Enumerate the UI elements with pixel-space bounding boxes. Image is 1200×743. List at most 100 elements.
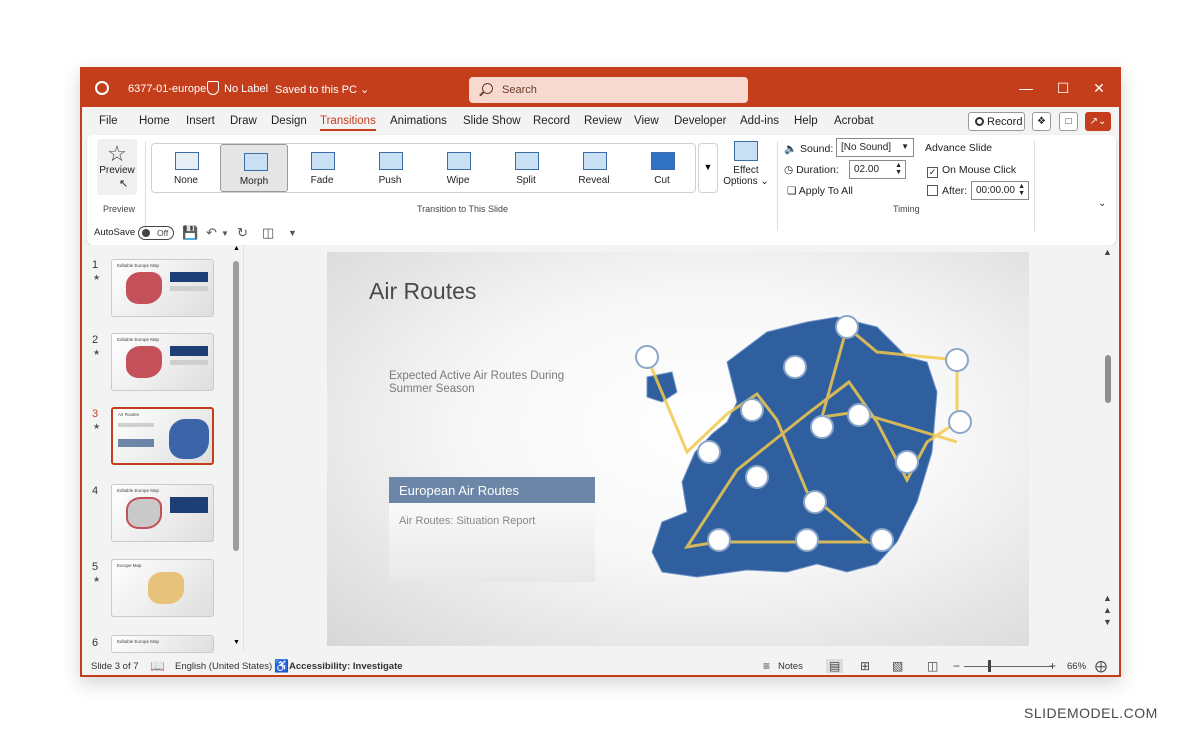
tab-file[interactable]: File (99, 115, 118, 127)
sound-select[interactable]: [No Sound] ▼ (836, 138, 914, 157)
scroll-up-icon[interactable]: ▲ (1103, 247, 1112, 257)
slide-canvas[interactable]: Air Routes Expected Active Air Routes Du… (327, 252, 1029, 646)
transition-wipe[interactable]: Wipe (424, 144, 492, 192)
transition-push[interactable]: Push (356, 144, 424, 192)
slide-subtitle[interactable]: Expected Active Air Routes During Summer… (389, 370, 589, 396)
thumbnail-map (126, 346, 162, 378)
save-icon[interactable]: 💾 (182, 225, 198, 241)
tab-record[interactable]: Record (533, 115, 570, 127)
tab-draw[interactable]: Draw (230, 115, 257, 127)
thumbnails-scrollbar[interactable]: ▲ ▼ (233, 245, 240, 651)
maximize-button[interactable]: ☐ (1054, 79, 1072, 97)
sensitivity-label[interactable]: No Label (224, 83, 268, 95)
record-button[interactable]: Record (968, 112, 1025, 131)
document-title[interactable]: 6377-01-europe (128, 83, 206, 95)
slide-thumbnail[interactable]: Editable Europe Map (111, 259, 214, 317)
tab-developer[interactable]: Developer (674, 115, 726, 127)
transition-group-label: Transition to This Slide (417, 204, 509, 214)
duration-label: Duration: (796, 164, 839, 176)
apply-to-all-button[interactable]: ❏ Apply To All (787, 185, 853, 197)
undo-dropdown-icon[interactable]: ▼ (221, 229, 229, 238)
accessibility-status[interactable]: Accessibility: Investigate (289, 661, 403, 672)
notes-button[interactable]: Notes (778, 661, 803, 672)
slide-thumbnail[interactable]: Europe Map (111, 559, 214, 617)
transition-cut[interactable]: Cut (628, 144, 696, 192)
scroll-down-icon[interactable]: ▼ (233, 639, 240, 646)
preview-star-icon: ☆ (107, 141, 127, 166)
slideshow-view-icon[interactable]: ◫ (927, 659, 938, 673)
on-mouse-click-checkbox[interactable]: ✓ (927, 167, 938, 178)
sensitivity-shield-icon[interactable] (207, 81, 219, 95)
search-box[interactable]: Search (469, 77, 748, 103)
after-label: After: (942, 185, 968, 197)
next-slide-icon[interactable]: ▼ (1103, 617, 1112, 627)
autosave-toggle[interactable]: Off (138, 226, 174, 240)
present-icon[interactable]: ◫ (262, 225, 274, 241)
transition-split[interactable]: Split (492, 144, 560, 192)
normal-view-icon[interactable]: ▤ (826, 659, 844, 673)
close-button[interactable]: ✕ (1090, 79, 1108, 97)
language-status[interactable]: English (United States) (175, 661, 272, 672)
gallery-more-button[interactable]: ▼ (698, 143, 718, 193)
save-status[interactable]: Saved to this PC ⌄ (275, 83, 369, 96)
transition-none[interactable]: None (152, 144, 220, 192)
slide-thumbnail-active[interactable]: Air Routes (111, 407, 214, 465)
transition-fade[interactable]: Fade (288, 144, 356, 192)
zoom-level[interactable]: 66% (1067, 661, 1086, 672)
tab-animations[interactable]: Animations (390, 115, 447, 127)
duration-input[interactable]: 02.00 ▲ ▼ (849, 160, 906, 179)
slide-thumbnail[interactable]: Editable Europe Map (111, 635, 214, 653)
zoom-slider[interactable] (964, 666, 1052, 667)
tab-help[interactable]: Help (794, 115, 818, 127)
after-time-input[interactable]: 00:00.00 ▲ ▼ (971, 181, 1029, 200)
customize-toolbar-icon[interactable]: ▼ (288, 228, 297, 238)
scrollbar-thumb[interactable] (233, 261, 239, 551)
slide-thumbnail[interactable]: Editable Europe Map (111, 484, 214, 542)
reading-view-icon[interactable]: ▧ (892, 659, 903, 673)
tab-slide-show[interactable]: Slide Show (463, 115, 521, 127)
transition-label: Reveal (578, 175, 610, 186)
share-button[interactable]: ↗⌄ (1085, 112, 1111, 131)
slide-info-box[interactable]: European Air Routes Air Routes: Situatio… (389, 477, 595, 582)
transition-label: Split (516, 175, 536, 186)
effect-options-button[interactable]: Effect Options ⌄ (721, 141, 771, 201)
record-icon (975, 117, 984, 126)
clock-icon: ◷ (784, 164, 794, 176)
slide-sorter-icon[interactable]: ⊞ (860, 659, 870, 673)
zoom-slider-thumb[interactable] (988, 660, 991, 672)
editor-scrollbar-thumb[interactable] (1105, 355, 1111, 403)
preview-button[interactable]: ☆ Preview ↖ (97, 139, 137, 195)
tab-add-ins[interactable]: Add-ins (740, 115, 779, 127)
slide-thumbnail[interactable]: Editable Europe Map (111, 333, 214, 391)
notes-icon[interactable]: ≡ (763, 659, 770, 673)
minimize-button[interactable]: — (1017, 79, 1035, 97)
airplane-pin-icon (795, 528, 819, 552)
tab-view[interactable]: View (634, 115, 659, 127)
tab-acrobat[interactable]: Acrobat (834, 115, 874, 127)
scroll-up-icon[interactable]: ▲ (233, 245, 240, 252)
scroll-down-icon[interactable]: ▲ (1103, 593, 1112, 603)
tab-transitions[interactable]: Transitions (320, 115, 376, 131)
after-checkbox[interactable] (927, 185, 938, 196)
redo-icon[interactable]: ↻ (237, 225, 248, 241)
zoom-out-icon[interactable]: − (953, 659, 960, 673)
tab-insert[interactable]: Insert (186, 115, 215, 127)
accessibility-icon[interactable]: ♿ (274, 659, 289, 673)
comments-button[interactable]: □ (1059, 112, 1078, 131)
collapse-ribbon-icon[interactable]: ⌄ (1098, 198, 1106, 209)
undo-icon[interactable]: ↶ (206, 225, 217, 241)
after-option[interactable]: After: (927, 185, 967, 197)
transition-reveal[interactable]: Reveal (560, 144, 628, 192)
previous-slide-icon[interactable]: ▲ (1103, 605, 1112, 615)
copilot-button[interactable]: ❖ (1032, 112, 1051, 131)
zoom-in-icon[interactable]: + (1049, 659, 1056, 673)
tab-review[interactable]: Review (584, 115, 622, 127)
transition-morph[interactable]: Morph (220, 144, 288, 192)
on-mouse-click-option[interactable]: ✓ On Mouse Click (927, 164, 1016, 178)
tab-home[interactable]: Home (139, 115, 170, 127)
airplane-pin-icon (870, 528, 894, 552)
tab-design[interactable]: Design (271, 115, 307, 127)
slide-title[interactable]: Air Routes (369, 278, 476, 305)
fit-to-window-icon[interactable]: ⨁ (1095, 659, 1107, 673)
spelling-check-icon[interactable]: 📖 (150, 659, 165, 673)
